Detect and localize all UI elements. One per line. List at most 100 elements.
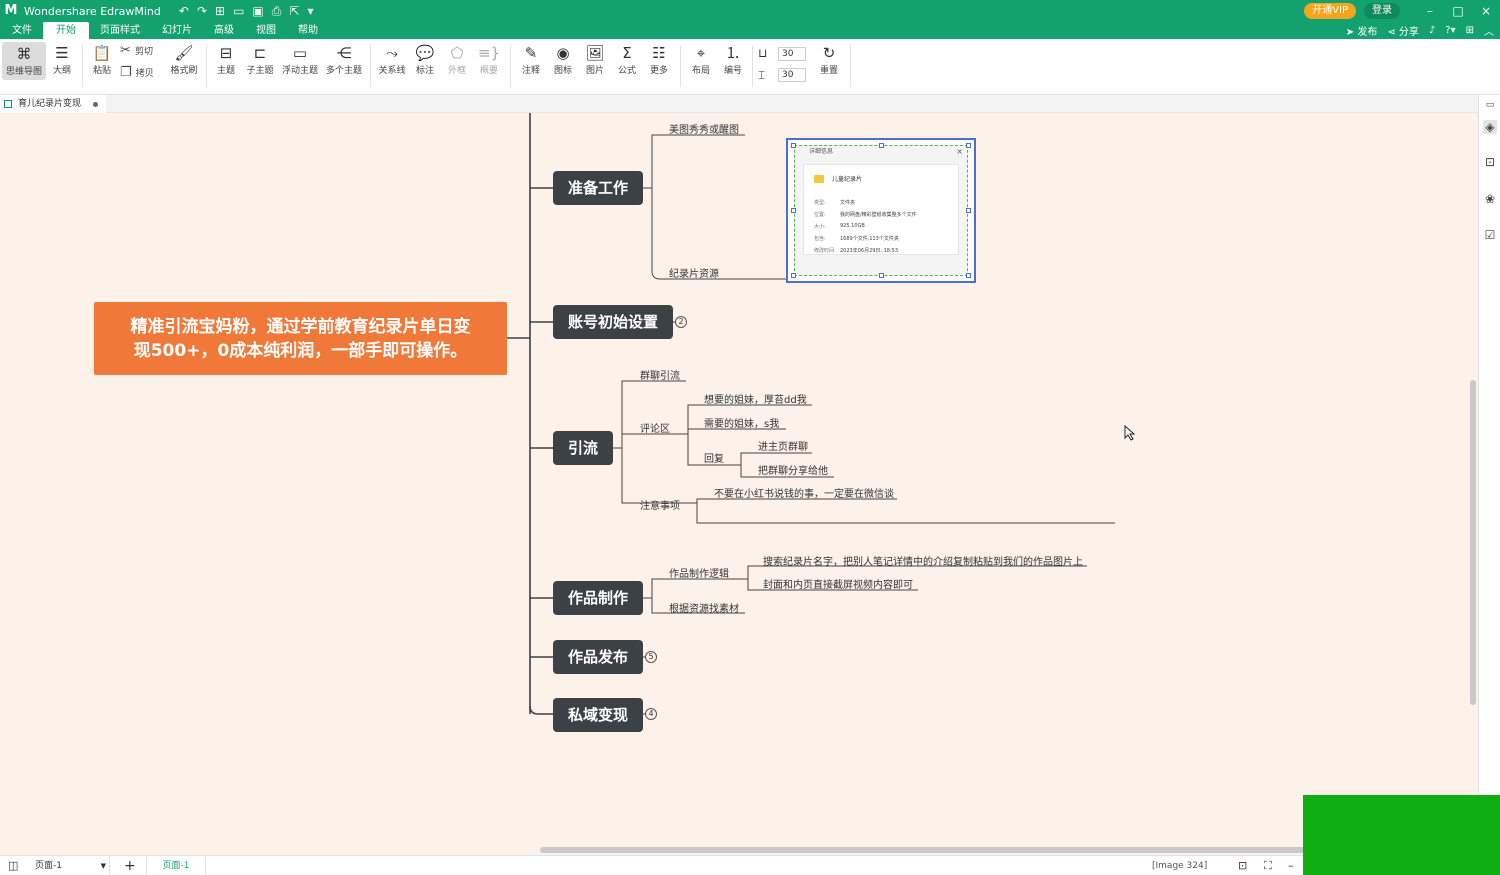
leaf-comments[interactable]: 评论区: [640, 420, 670, 435]
menu-slides[interactable]: 幻灯片: [151, 22, 203, 39]
tool-outline[interactable]: ☰ 大纲: [50, 43, 74, 76]
panel-toggle-icon[interactable]: ▭: [1483, 98, 1497, 112]
publish-button[interactable]: ➤ 发布: [1346, 23, 1378, 38]
bell-icon[interactable]: ♪: [1429, 25, 1435, 36]
minimize-button[interactable]: –: [1416, 4, 1444, 18]
tool-numbering[interactable]: ⒈ 编号: [720, 43, 746, 76]
leaf-comment-2[interactable]: 需要的姐妹，s我: [704, 415, 779, 430]
tool-formula[interactable]: Σ 公式: [614, 43, 640, 76]
redo-icon[interactable]: ↷: [197, 4, 207, 19]
new-file-icon[interactable]: ⊞: [215, 4, 225, 19]
tool-cut[interactable]: ✂ 剪切: [120, 43, 162, 58]
horizontal-scrollbar[interactable]: [540, 847, 1305, 853]
tool-reset[interactable]: ↻ 重置: [816, 43, 842, 76]
resize-handle[interactable]: [879, 143, 884, 148]
help-icon[interactable]: ?▾: [1445, 25, 1455, 36]
branch-traffic[interactable]: 引流: [553, 431, 614, 465]
apps-icon[interactable]: ⊞: [1466, 25, 1474, 36]
tool-summary[interactable]: ≡} 概要: [476, 43, 502, 76]
resize-handle[interactable]: [966, 208, 971, 213]
resize-handle[interactable]: [791, 273, 796, 278]
central-topic[interactable]: 精准引流宝妈粉，通过学前教育纪录片单日变 现500+，0成本纯利润，一部手即可操…: [94, 302, 507, 375]
embedded-image[interactable]: 详细信息 × 儿童纪录片 类型: 文件夹 位置: 我的网盘/精彩壁纸收集整多个文件 …: [786, 138, 976, 283]
tool-image[interactable]: 🖼 图片: [582, 43, 608, 76]
fullscreen-icon[interactable]: ⛶: [1264, 856, 1272, 875]
tool-note[interactable]: ✎ 注释: [518, 43, 544, 76]
tool-relationship[interactable]: ⤳ 关系线: [376, 43, 408, 76]
tool-copy[interactable]: ❐ 拷贝: [120, 65, 162, 80]
document-tab[interactable]: 育儿纪录片变现: [0, 95, 106, 113]
tool-layout[interactable]: ⌖ 布局: [688, 43, 714, 76]
menu-page-style[interactable]: 页面样式: [89, 22, 151, 39]
zoom-out-icon[interactable]: –: [1288, 856, 1294, 875]
fit-page-icon[interactable]: ⊡: [1238, 856, 1247, 875]
collapse-ribbon-icon[interactable]: ︿: [1484, 23, 1494, 38]
page-tab[interactable]: 页面-1: [146, 856, 206, 875]
login-button[interactable]: 登录: [1364, 3, 1400, 19]
branch-production[interactable]: 作品制作: [553, 581, 644, 615]
format-paint-icon[interactable]: ◈: [1483, 120, 1497, 134]
leaf-resource[interactable]: 纪录片资源: [669, 265, 719, 280]
open-folder-icon[interactable]: ▭: [233, 4, 244, 19]
branch-private-domain[interactable]: 私域变现: [553, 698, 644, 732]
menu-help[interactable]: 帮助: [287, 22, 329, 39]
tool-subtopic[interactable]: ⊏ 子主题: [244, 43, 276, 76]
tool-callout[interactable]: 💬 标注: [412, 43, 438, 76]
theme-icon[interactable]: ❀: [1483, 192, 1497, 206]
resize-handle[interactable]: [966, 143, 971, 148]
branch-account-setup[interactable]: 账号初始设置: [553, 305, 674, 339]
tool-icon[interactable]: ◉ 图标: [550, 43, 576, 76]
tool-more[interactable]: ☷ 更多: [646, 43, 672, 76]
share-button[interactable]: ⋖ 分享: [1387, 23, 1419, 38]
leaf-material[interactable]: 根据资源找素材: [669, 600, 739, 615]
collapsed-count-badge[interactable]: 4: [645, 708, 657, 720]
page-select[interactable]: 页面-1 ▼: [30, 856, 110, 875]
tool-multiple-topics[interactable]: ⋲ 多个主题: [324, 43, 364, 76]
spacing-height-input[interactable]: 30: [778, 68, 806, 82]
resize-handle[interactable]: [879, 273, 884, 278]
tool-topic[interactable]: ⊟ 主题: [214, 43, 238, 76]
collapsed-count-badge[interactable]: 2: [675, 316, 687, 328]
leaf-logic-2[interactable]: 封面和内页直接截屏视频内容即可: [763, 576, 913, 591]
spacing-width-input[interactable]: 30: [778, 47, 806, 61]
leaf-reply-1[interactable]: 进主页群聊: [758, 438, 808, 453]
resize-handle[interactable]: [966, 273, 971, 278]
mindmap-canvas[interactable]: 精准引流宝妈粉，通过学前教育纪录片单日变 现500+，0成本纯利润，一部手即可操…: [0, 113, 1478, 853]
unsaved-dot-icon[interactable]: [93, 102, 98, 107]
collapsed-count-badge[interactable]: 5: [645, 651, 657, 663]
tool-format-painter[interactable]: 🖌 格式刷: [168, 43, 200, 76]
leaf-comment-1[interactable]: 想要的姐妹，厚苔dd我: [704, 391, 807, 406]
resize-handle[interactable]: [791, 143, 796, 148]
menu-home[interactable]: 开始: [43, 22, 89, 39]
clip-art-icon[interactable]: ⊡: [1483, 155, 1497, 169]
leaf-logic-1[interactable]: 搜索纪录片名字，把别人笔记详情中的介绍复制粘贴到我们的作品图片上: [763, 553, 1083, 568]
print-icon[interactable]: ⎙: [272, 4, 282, 19]
leaf-meitu[interactable]: 美图秀秀或醒图: [669, 121, 739, 136]
task-icon[interactable]: ☑: [1483, 228, 1497, 242]
menu-advanced[interactable]: 高级: [203, 22, 245, 39]
leaf-notice[interactable]: 注意事项: [640, 497, 680, 512]
add-page-icon[interactable]: +: [124, 856, 136, 875]
close-button[interactable]: ×: [1472, 4, 1500, 18]
tool-boundary[interactable]: ⬠ 外框: [444, 43, 470, 76]
branch-publish[interactable]: 作品发布: [553, 640, 644, 674]
maximize-button[interactable]: □: [1444, 4, 1472, 18]
tool-mindmap[interactable]: ⌘ 思维导图: [2, 42, 46, 80]
resize-handle[interactable]: [791, 208, 796, 213]
undo-icon[interactable]: ↶: [179, 4, 189, 19]
vip-button[interactable]: 开通VIP: [1304, 3, 1356, 19]
leaf-notice-1[interactable]: 不要在小红书说钱的事，一定要在微信谈: [714, 485, 894, 500]
menu-file[interactable]: 文件: [1, 22, 43, 39]
customize-icon[interactable]: ▾: [307, 4, 313, 19]
leaf-group-chat[interactable]: 群聊引流: [640, 367, 680, 382]
menu-view[interactable]: 视图: [245, 22, 287, 39]
leaf-reply[interactable]: 回复: [704, 450, 724, 465]
tool-floating-topic[interactable]: ▭ 浮动主题: [280, 43, 320, 76]
page-panel-icon[interactable]: ◫: [8, 856, 18, 875]
tool-paste[interactable]: 📋 粘贴: [90, 43, 114, 76]
save-icon[interactable]: ▣: [252, 4, 263, 19]
export-icon[interactable]: ⇱: [289, 4, 299, 19]
leaf-reply-2[interactable]: 把群聊分享给他: [758, 462, 828, 477]
branch-prep[interactable]: 准备工作: [553, 171, 644, 205]
leaf-production-logic[interactable]: 作品制作逻辑: [669, 565, 729, 580]
